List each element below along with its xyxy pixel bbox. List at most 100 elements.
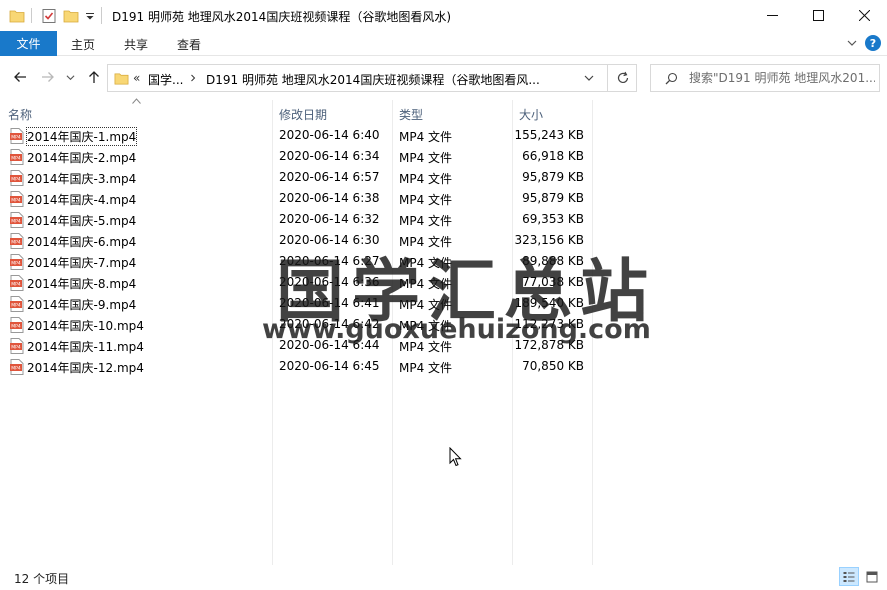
tab-share[interactable]: 共享 [124, 36, 148, 53]
ribbon-expand-chevron-icon[interactable] [847, 38, 857, 48]
column-header-date[interactable]: 修改日期 [279, 106, 327, 123]
file-type: MP4 文件 [399, 214, 453, 228]
mouse-cursor-icon [449, 447, 462, 467]
file-row[interactable]: MP4 2014年国庆-3.mp4 2020-06-14 6:57 MP4 文件 95,… [0, 167, 600, 188]
large-icons-view-icon [866, 571, 878, 582]
large-icons-view-button[interactable] [862, 567, 882, 586]
file-size: 70,850 KB [522, 359, 584, 373]
minimize-button[interactable] [749, 0, 795, 31]
file-name[interactable]: 2014年国庆-8.mp4 [27, 275, 136, 292]
file-row[interactable]: MP4 2014年国庆-2.mp4 2020-06-14 6:34 MP4 文件 66,… [0, 146, 600, 167]
mp4-file-icon: MP4 [10, 338, 24, 354]
recent-dropdown-icon [66, 74, 74, 80]
file-name[interactable]: 2014年国庆-11.mp4 [27, 338, 144, 355]
breadcrumb-current[interactable]: D191 明师苑 地理风水2014国庆班视频课程（谷歌地图看风... [206, 71, 540, 88]
file-row[interactable]: MP4 2014年国庆-12.mp4 2020-06-14 6:45 MP4 文件 70… [0, 356, 600, 377]
mp4-file-icon: MP4 [10, 191, 24, 207]
watermark-url: www.guoxuehuizong.com [262, 314, 651, 345]
mp4-file-icon: MP4 [10, 275, 24, 291]
file-date: 2020-06-14 6:38 [279, 191, 380, 205]
file-row[interactable]: MP4 2014年国庆-4.mp4 2020-06-14 6:38 MP4 文件 95,… [0, 188, 600, 209]
maximize-button[interactable] [795, 0, 841, 31]
customize-dropdown-icon[interactable] [84, 9, 96, 25]
file-name[interactable]: 2014年国庆-7.mp4 [27, 254, 136, 271]
file-size: 95,879 KB [522, 191, 584, 205]
minimize-icon [766, 15, 778, 16]
address-dropdown-icon[interactable] [584, 73, 594, 83]
close-button[interactable] [841, 0, 887, 31]
file-name[interactable]: 2014年国庆-2.mp4 [27, 149, 136, 166]
file-date: 2020-06-14 6:45 [279, 359, 380, 373]
folder-icon [114, 73, 129, 85]
help-icon[interactable]: ? [865, 35, 881, 51]
file-size: 69,353 KB [522, 212, 584, 226]
search-input[interactable] [689, 69, 875, 87]
file-name[interactable]: 2014年国庆-1.mp4 [25, 127, 138, 146]
file-type: MP4 文件 [399, 361, 453, 375]
back-button[interactable] [11, 68, 29, 86]
close-icon [858, 10, 870, 21]
mp4-file-icon: MP4 [10, 149, 24, 165]
file-name[interactable]: 2014年国庆-3.mp4 [27, 170, 136, 187]
file-name[interactable]: 2014年国庆-4.mp4 [27, 191, 136, 208]
file-date: 2020-06-14 6:34 [279, 149, 380, 163]
svg-text:MP4: MP4 [11, 282, 21, 288]
file-name[interactable]: 2014年国庆-9.mp4 [27, 296, 136, 313]
window-title: D191 明师苑 地理风水2014国庆班视频课程（谷歌地图看风水) [112, 10, 451, 24]
file-name[interactable]: 2014年国庆-6.mp4 [27, 233, 136, 250]
mp4-file-icon: MP4 [10, 296, 24, 312]
mp4-file-icon: MP4 [10, 317, 24, 333]
address-separator [607, 65, 608, 91]
title-separator [31, 8, 32, 23]
breadcrumb-overflow[interactable]: « [133, 71, 140, 85]
svg-text:MP4: MP4 [11, 135, 21, 141]
mp4-file-icon: MP4 [10, 254, 24, 270]
forward-button[interactable] [39, 68, 57, 86]
file-name[interactable]: 2014年国庆-12.mp4 [27, 359, 144, 376]
column-header-size[interactable]: 大小 [519, 106, 543, 123]
up-arrow-icon [89, 71, 99, 83]
file-size: 155,243 KB [514, 128, 584, 142]
column-header-name[interactable]: 名称 [8, 106, 32, 123]
file-row[interactable]: MP4 2014年国庆-1.mp4 2020-06-14 6:40 MP4 文件 155… [0, 125, 600, 146]
file-name[interactable]: 2014年国庆-10.mp4 [27, 317, 144, 334]
svg-text:MP4: MP4 [11, 177, 21, 183]
file-type: MP4 文件 [399, 151, 453, 165]
file-date: 2020-06-14 6:57 [279, 170, 380, 184]
tab-view[interactable]: 查看 [177, 36, 201, 53]
recent-locations-button[interactable] [64, 68, 76, 86]
search-box[interactable] [650, 64, 880, 92]
file-type: MP4 文件 [399, 130, 453, 144]
file-date: 2020-06-14 6:40 [279, 128, 380, 142]
new-folder-icon[interactable] [63, 8, 79, 24]
mp4-file-icon: MP4 [10, 128, 24, 144]
refresh-icon[interactable] [616, 71, 630, 85]
svg-text:MP4: MP4 [11, 324, 21, 330]
sort-ascending-icon [132, 98, 141, 104]
file-type: MP4 文件 [399, 193, 453, 207]
forward-arrow-icon [42, 72, 54, 82]
svg-text:MP4: MP4 [11, 240, 21, 246]
details-view-button[interactable] [839, 567, 859, 586]
properties-check-icon[interactable] [41, 8, 57, 24]
svg-text:MP4: MP4 [11, 261, 21, 267]
file-size: 66,918 KB [522, 149, 584, 163]
tab-home[interactable]: 主页 [71, 36, 95, 53]
tab-file[interactable]: 文件 [0, 31, 57, 56]
file-type: MP4 文件 [399, 172, 453, 186]
mp4-file-icon: MP4 [10, 359, 24, 375]
breadcrumb-parent[interactable]: 国学... [148, 71, 183, 88]
up-button[interactable] [85, 68, 103, 86]
back-arrow-icon [14, 72, 26, 82]
address-bar[interactable]: « 国学... D191 明师苑 地理风水2014国庆班视频课程（谷歌地图看风.… [107, 64, 637, 92]
title-separator [101, 7, 102, 24]
file-date: 2020-06-14 6:32 [279, 212, 380, 226]
mp4-file-icon: MP4 [10, 233, 24, 249]
column-header-type[interactable]: 类型 [399, 106, 423, 123]
svg-text:MP4: MP4 [11, 198, 21, 204]
mp4-file-icon: MP4 [10, 212, 24, 228]
breadcrumb-chevron-icon[interactable] [189, 74, 197, 82]
search-icon [665, 72, 678, 85]
file-row[interactable]: MP4 2014年国庆-5.mp4 2020-06-14 6:32 MP4 文件 69,… [0, 209, 600, 230]
file-name[interactable]: 2014年国庆-5.mp4 [27, 212, 136, 229]
